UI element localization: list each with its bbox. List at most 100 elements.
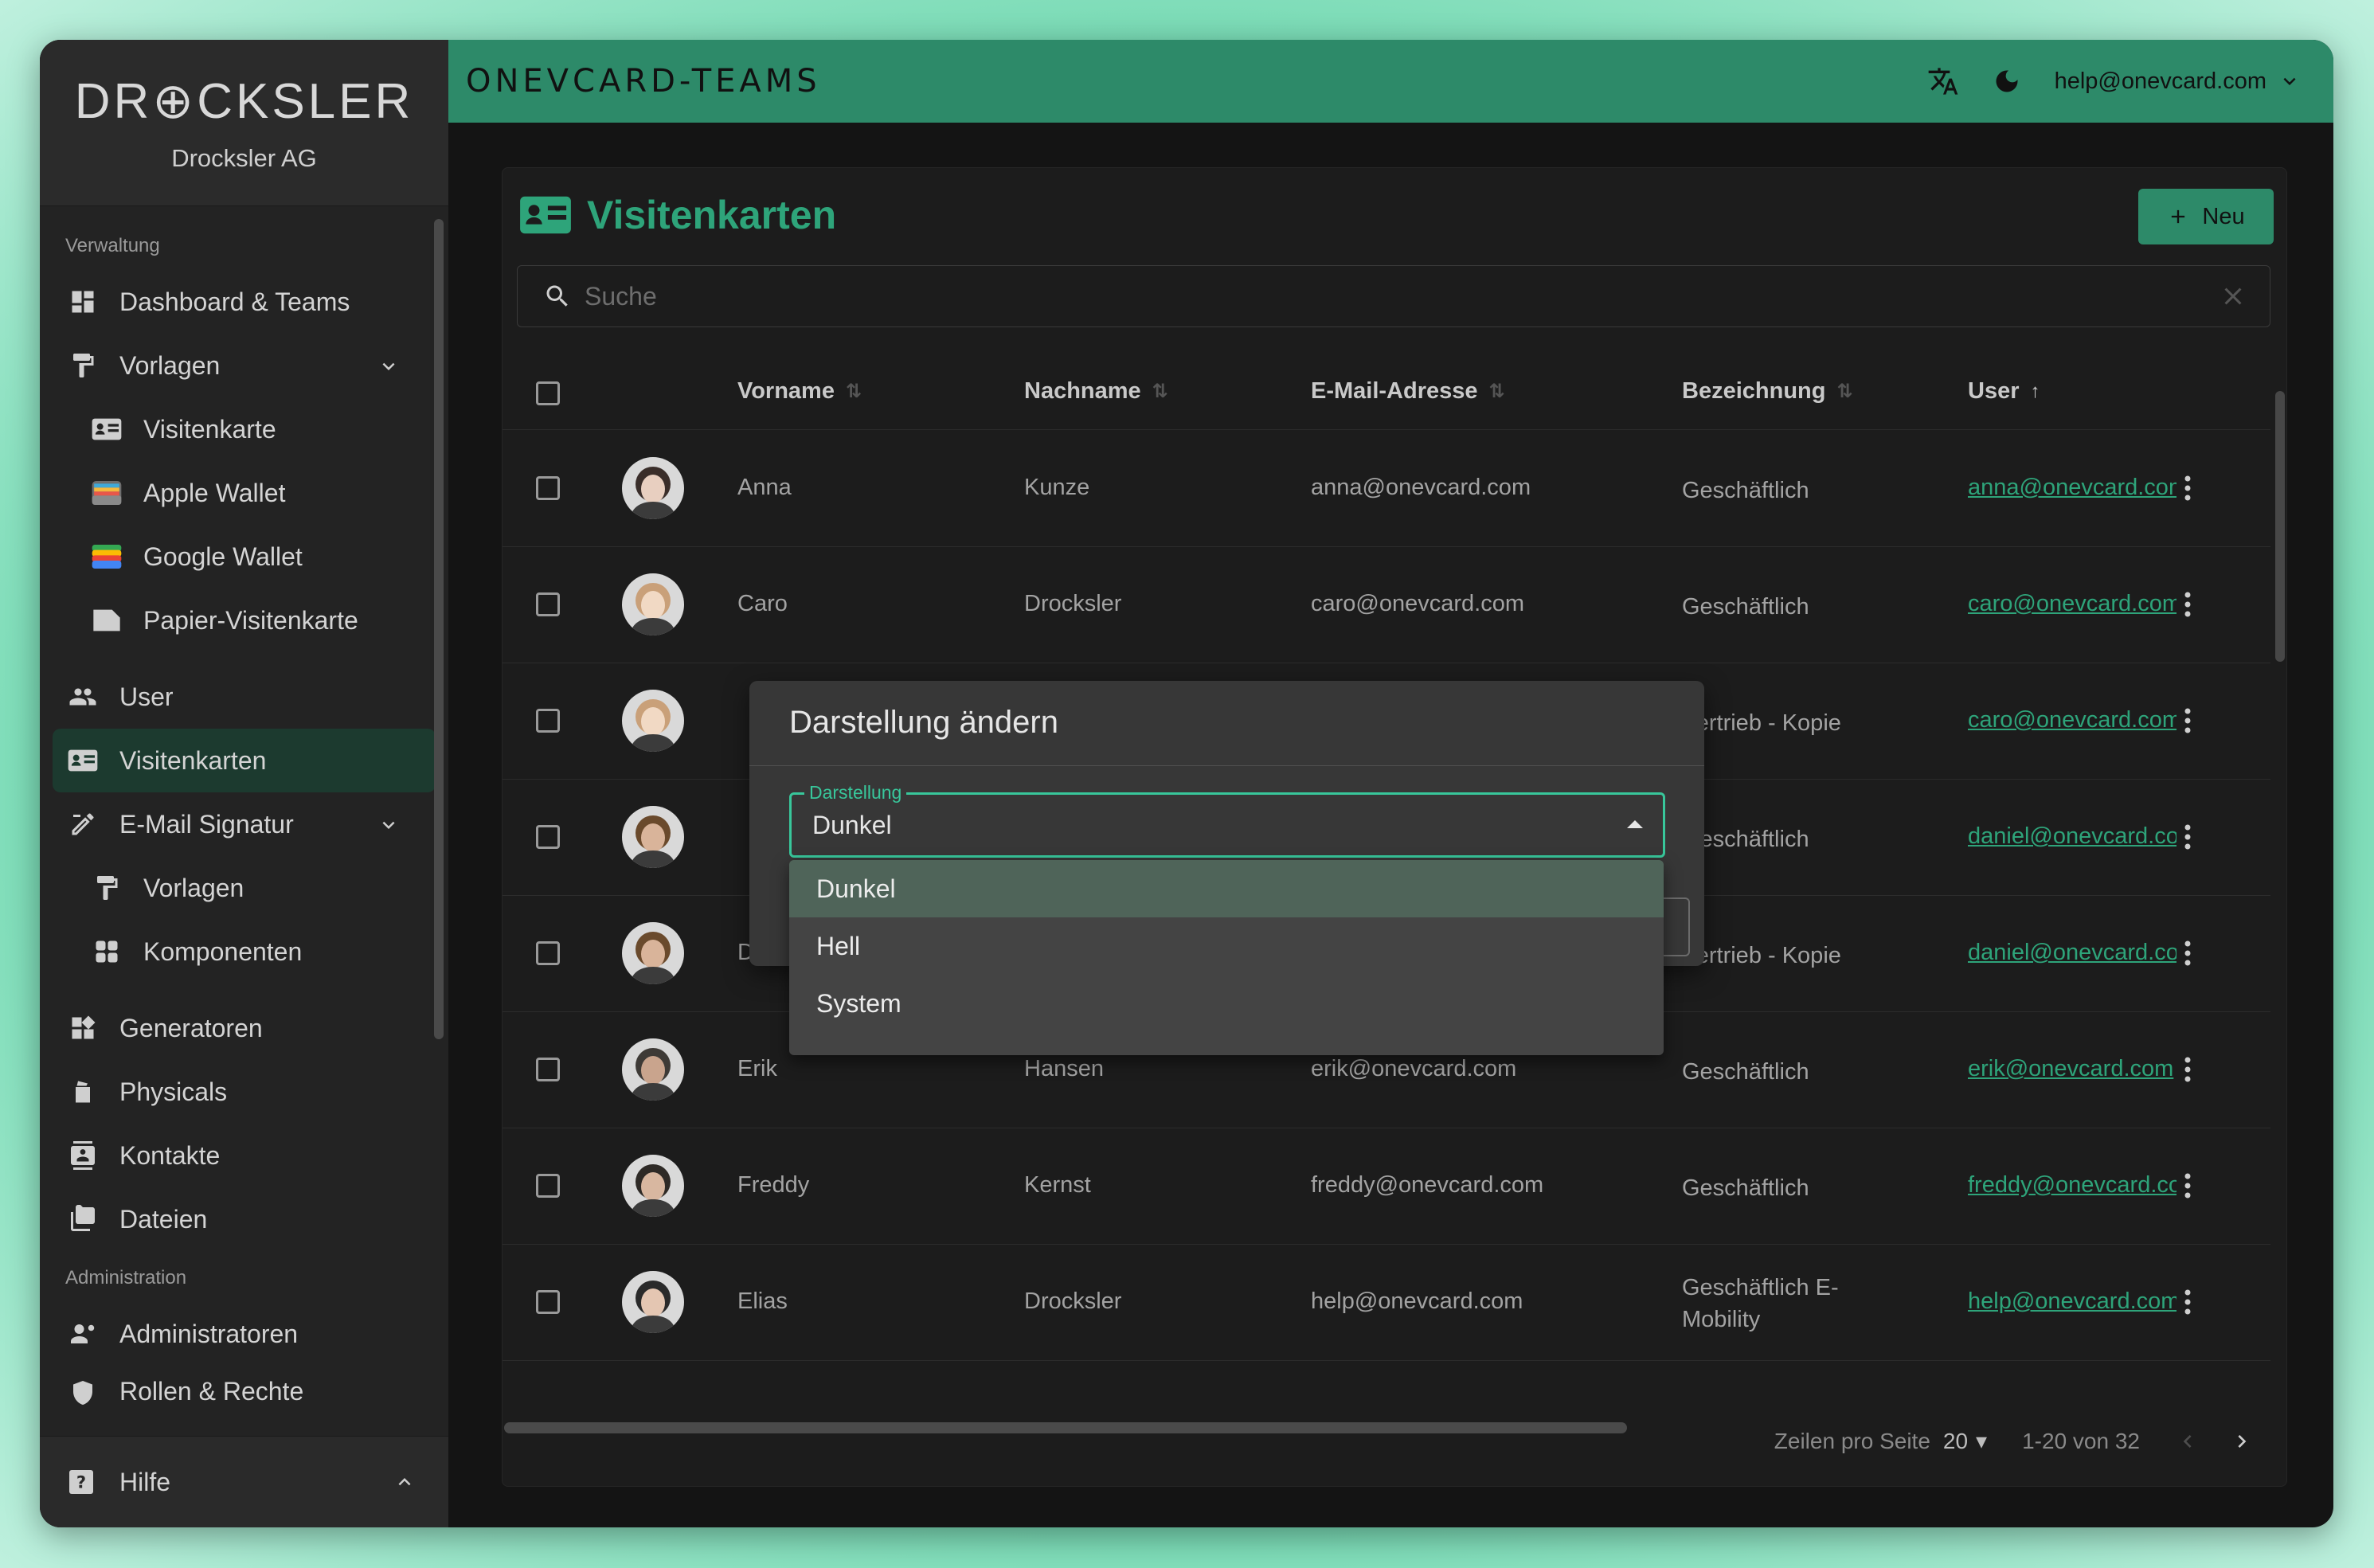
row-checkbox[interactable] [536,1174,560,1198]
more-options-icon[interactable] [2183,1055,2192,1088]
rows-per-page-label: Zeilen pro Seite [1774,1428,1930,1453]
sidebar-item-visitenkarte[interactable]: Visitenkarte [40,397,448,461]
top-bar: ONEVCARD-TEAMS help@onevcard.com [448,40,2333,123]
sidebar-item-administratoren[interactable]: Administratoren [40,1302,448,1366]
cell-user-link[interactable]: caro@onevcard.com [1968,591,2176,617]
page-title: Visitenkarten [517,192,836,238]
new-button[interactable]: Neu [2138,189,2274,244]
sidebar-item-vorlagen[interactable]: Vorlagen [40,334,448,397]
cell-email: freddy@onevcard.com [1311,1172,1544,1198]
cell-user-link[interactable]: anna@onevcard.com [1968,475,2176,501]
grid-icon [91,936,123,968]
sidebar-item-generatoren[interactable]: Generatoren [40,996,448,1060]
sidebar-item-google-wallet[interactable]: Google Wallet [40,525,448,588]
cell-first-name: Freddy [737,1172,810,1198]
sidebar-item-kontakte[interactable]: Kontakte [40,1124,448,1187]
table-row[interactable]: Elias Drocksler help@onevcard.com Geschä… [503,1244,2270,1361]
table-row[interactable]: Caro Drocksler caro@onevcard.com Geschäf… [503,546,2270,663]
option-hell[interactable]: Hell [789,917,1664,975]
sidebar-item-dashboard[interactable]: Dashboard & Teams [40,270,448,334]
option-system[interactable]: System [789,975,1664,1032]
sidebar-item-apple-wallet[interactable]: Apple Wallet [40,461,448,525]
company-logo: DR⊕CKSLER [74,74,414,129]
caret-down-icon: ▾ [1976,1429,1988,1453]
search-bar [517,265,2270,327]
help-toggle[interactable]: ? Hilfe [40,1436,448,1527]
more-options-icon[interactable] [2183,474,2192,506]
page-title-text: Visitenkarten [587,193,837,237]
row-checkbox[interactable] [536,1290,560,1314]
id-card-icon [91,413,123,445]
more-options-icon[interactable] [2183,939,2192,972]
cell-first-name: Caro [737,591,788,616]
cell-user-link[interactable]: help@onevcard.com [1968,1288,2176,1315]
appearance-select[interactable]: Darstellung Dunkel [789,782,1665,858]
more-options-icon[interactable] [2183,823,2192,855]
id-card-icon [67,745,99,776]
plus-icon [2167,205,2189,228]
sidebar-scrollbar[interactable] [434,219,444,1039]
row-checkbox[interactable] [536,1058,560,1081]
cell-label: Geschäftlich E-Mobility [1682,1275,1839,1332]
column-header-email[interactable]: E-Mail-Adresse ⇅ [1311,378,1505,405]
column-header-bezeichnung[interactable]: Bezeichnung ⇅ [1682,378,1853,405]
translate-icon[interactable] [1927,65,1959,97]
avatar [622,1271,684,1333]
cell-email: anna@onevcard.com [1311,475,1531,500]
table-horizontal-scrollbar[interactable] [504,1422,1627,1433]
more-options-icon[interactable] [2183,1171,2192,1204]
search-input[interactable] [583,280,2099,312]
widgets-icon [67,1012,99,1044]
sidebar-item-komponenten[interactable]: Komponenten [40,920,448,983]
sidebar-item-dateien[interactable]: Dateien [40,1187,448,1251]
user-menu-email[interactable]: help@onevcard.com [2055,68,2266,95]
sidebar-item-email-signatur[interactable]: E-Mail Signatur [40,792,448,856]
cell-label: Geschäftlich [1682,1059,1809,1085]
previous-page-icon[interactable] [2175,1429,2200,1454]
paint-roller-icon [91,872,123,904]
more-options-icon[interactable] [2183,1288,2192,1320]
column-header-user[interactable]: User ↑ [1968,378,2040,405]
row-checkbox[interactable] [536,825,560,849]
page-range: 1-20 von 32 [2022,1428,2140,1453]
more-options-icon[interactable] [2183,590,2192,623]
option-dunkel[interactable]: Dunkel [789,860,1664,917]
dark-mode-icon[interactable] [1993,67,2021,96]
table-row[interactable]: Anna Kunze anna@onevcard.com Geschäftlic… [503,430,2270,547]
sidebar-item-physicals[interactable]: Physicals [40,1060,448,1124]
cell-label: Geschäftlich [1682,594,1809,620]
table-row[interactable]: Freddy Kernst freddy@onevcard.com Geschä… [503,1128,2270,1245]
appearance-options-menu: Dunkel Hell System [789,860,1664,1055]
cell-user-link[interactable]: erik@onevcard.com [1968,1056,2176,1082]
cell-email: erik@onevcard.com [1311,1056,1517,1081]
chevron-down-icon[interactable] [2278,69,2302,93]
column-header-nachname[interactable]: Nachname ⇅ [1024,378,1168,405]
chevron-up-icon [393,1470,417,1500]
sidebar-item-rollen-rechte[interactable]: Rollen & Rechte [40,1366,448,1409]
clear-icon[interactable] [2219,282,2247,315]
avatar [622,573,684,635]
row-checkbox[interactable] [536,592,560,616]
row-checkbox[interactable] [536,709,560,733]
more-options-icon[interactable] [2183,706,2192,739]
row-checkbox[interactable] [536,941,560,965]
rows-per-page-select[interactable]: 20 ▾ [1943,1428,1987,1454]
sidebar-item-label: Dashboard & Teams [119,287,350,316]
sidebar-item-user[interactable]: User [40,665,448,729]
sort-asc-icon: ↑ [2030,380,2040,402]
column-header-vorname[interactable]: Vorname ⇅ [737,378,862,405]
cell-label: Vertrieb - Kopie [1682,710,1841,736]
select-all-checkbox[interactable] [536,381,560,405]
cell-user-link[interactable]: daniel@onevcard.com [1968,823,2176,850]
sidebar-item-papier-visitenkarte[interactable]: Papier-Visitenkarte [40,588,448,652]
row-checkbox[interactable] [536,476,560,500]
next-page-icon[interactable] [2229,1429,2255,1454]
physicals-icon [67,1076,99,1108]
cell-user-link[interactable]: daniel@onevcard.com [1968,940,2176,966]
sidebar-item-signatur-vorlagen[interactable]: Vorlagen [40,856,448,920]
google-wallet-icon [91,541,123,573]
cell-user-link[interactable]: freddy@onevcard.com [1968,1172,2176,1198]
table-vertical-scrollbar[interactable] [2275,391,2285,662]
sidebar-item-visitenkarten[interactable]: Visitenkarten [53,729,436,792]
cell-user-link[interactable]: caro@onevcard.com [1968,707,2176,733]
